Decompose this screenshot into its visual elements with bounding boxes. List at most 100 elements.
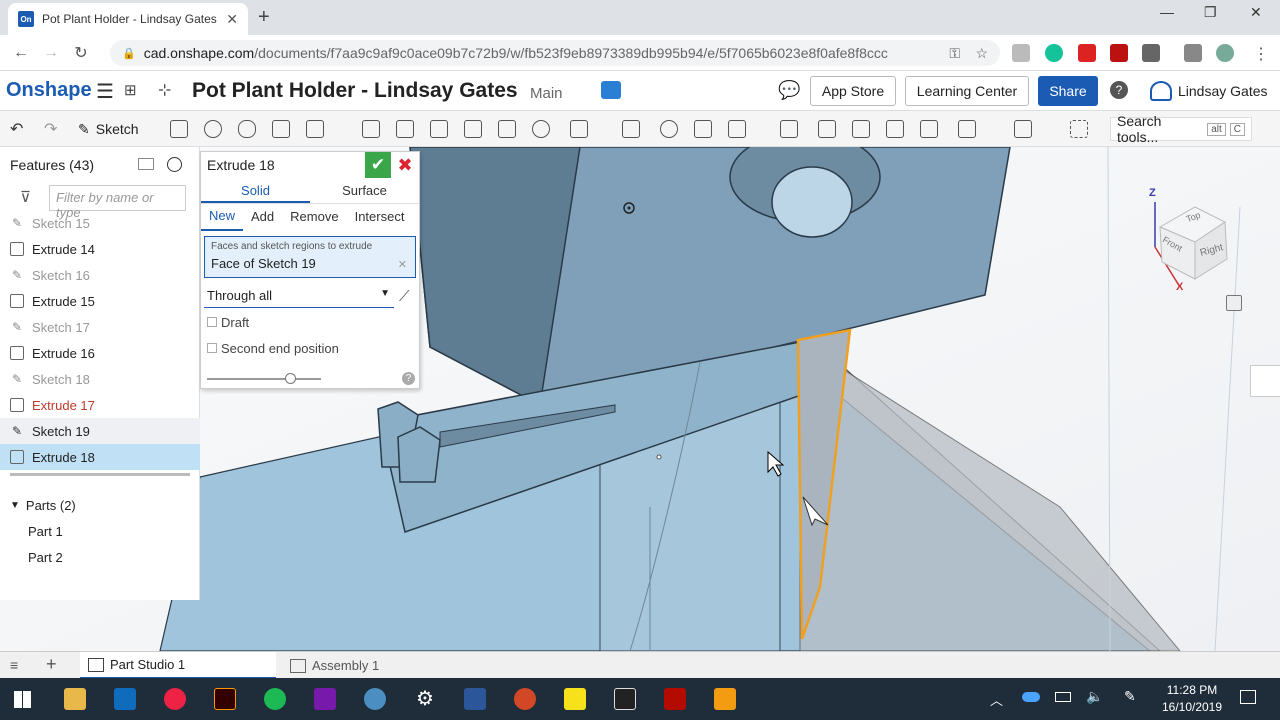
stop-icon[interactable] <box>1078 44 1096 62</box>
user-name[interactable]: Lindsay Gates <box>1178 83 1268 99</box>
op-remove[interactable]: Remove <box>282 204 346 230</box>
word-icon[interactable] <box>464 688 486 710</box>
op-intersect[interactable]: Intersect <box>347 204 413 230</box>
feature-item[interactable]: Extrude 17 <box>0 392 200 418</box>
system-clock[interactable]: 11:28 PM 16/10/2019 <box>1152 682 1232 716</box>
feature-item[interactable]: Extrude 16 <box>0 340 200 366</box>
loft-icon[interactable] <box>272 120 290 138</box>
extension-icon[interactable] <box>1012 44 1030 62</box>
folder-icon[interactable] <box>138 158 154 170</box>
sticky-notes-icon[interactable] <box>564 688 586 710</box>
star-icon[interactable]: ☆ <box>975 45 988 62</box>
insert-icon[interactable]: ⊹ <box>158 80 171 100</box>
feature-filter-input[interactable]: Filter by name or type <box>49 185 186 220</box>
battery-icon[interactable] <box>1055 692 1071 702</box>
mirror-icon[interactable] <box>622 120 640 138</box>
feature-item[interactable]: ✎ Sketch 15 <box>0 210 200 236</box>
feature-item[interactable]: ✎ Sketch 17 <box>0 314 200 340</box>
new-tab-icon[interactable]: + <box>258 6 270 29</box>
share-button[interactable]: Share <box>1038 76 1098 106</box>
display-mode-icon[interactable] <box>1226 295 1242 311</box>
add-custom-feature-icon[interactable] <box>1070 120 1088 138</box>
revolve-icon[interactable] <box>204 120 222 138</box>
settings-gear-icon[interactable]: ⚙ <box>414 688 436 710</box>
feature-item[interactable]: ✎ Sketch 16 <box>0 262 200 288</box>
modify-fillet-icon[interactable] <box>818 120 836 138</box>
split-icon[interactable] <box>694 120 712 138</box>
cancel-x-icon[interactable]: ✖ <box>395 154 415 176</box>
powerpoint-icon[interactable] <box>514 688 536 710</box>
menu-icon[interactable]: ⋮ <box>1252 44 1270 63</box>
transform-icon[interactable] <box>728 120 746 138</box>
part-item[interactable]: Part 2 <box>0 544 200 570</box>
op-new[interactable]: New <box>201 203 244 231</box>
move-face-icon[interactable] <box>886 120 904 138</box>
parts-header[interactable]: ▼ Parts (2) <box>0 492 200 518</box>
version-graph-icon[interactable] <box>601 81 621 99</box>
spotify-icon[interactable] <box>264 688 286 710</box>
filter-icon[interactable]: ⊽ <box>20 188 31 206</box>
browser-tab[interactable]: On Pot Plant Holder - Lindsay Gates ✕ <box>8 3 248 35</box>
op-add[interactable]: Add <box>243 204 282 230</box>
search-tools-input[interactable]: Search tools... alt C <box>1110 113 1252 145</box>
hamburger-icon[interactable]: ☰ <box>96 79 114 104</box>
close-icon[interactable]: ✕ <box>226 11 238 28</box>
url-field[interactable]: 🔒 cad.onshape.com/documents/f7aa9c9af9c0… <box>110 40 1000 66</box>
feature-item[interactable]: ✎ Sketch 18 <box>0 366 200 392</box>
shell-icon[interactable] <box>498 120 516 138</box>
slider-knob[interactable] <box>285 373 296 384</box>
delete-face-icon[interactable] <box>852 120 870 138</box>
onshape-logo[interactable]: Onshape <box>6 79 92 102</box>
draft-icon[interactable] <box>430 120 448 138</box>
help-icon[interactable]: ? <box>1110 81 1128 99</box>
delete-part-icon[interactable] <box>780 120 798 138</box>
onedrive-icon[interactable] <box>1022 692 1040 702</box>
branch-label[interactable]: Main <box>530 85 563 102</box>
restore-icon[interactable]: ❐ <box>1204 4 1217 21</box>
rollback-timer-icon[interactable] <box>167 157 182 172</box>
sweep-icon[interactable] <box>238 120 256 138</box>
profile-avatar[interactable] <box>1216 44 1234 62</box>
pattern-icon[interactable] <box>570 120 588 138</box>
plane-icon[interactable] <box>958 120 976 138</box>
redo-icon[interactable]: ↷ <box>44 119 57 139</box>
photos-icon[interactable] <box>614 688 636 710</box>
add-tab-icon[interactable]: + <box>46 654 57 675</box>
view-cube[interactable]: Z X Top Front Right <box>1140 187 1240 297</box>
tray-chevron-icon[interactable]: ︿ <box>990 690 1003 709</box>
illustrator-icon[interactable] <box>214 688 236 710</box>
pin-icon[interactable] <box>1142 44 1160 62</box>
direction-flip-icon[interactable]: ⟋ <box>399 288 410 305</box>
thicken-icon[interactable] <box>306 120 324 138</box>
help-question-icon[interactable]: ? <box>402 372 415 385</box>
feature-item[interactable]: Extrude 14 <box>0 236 200 262</box>
minimize-icon[interactable]: — <box>1160 4 1174 20</box>
second-end-option[interactable]: Second end position <box>201 334 419 362</box>
draft-option[interactable]: Draft <box>201 308 419 336</box>
file-explorer-icon[interactable] <box>64 688 86 710</box>
part-item[interactable]: Part 1 <box>0 518 200 544</box>
second-end-checkbox[interactable] <box>207 343 217 353</box>
replace-face-icon[interactable] <box>920 120 938 138</box>
chrome-icon[interactable] <box>164 688 186 710</box>
notifications-icon[interactable] <box>1240 690 1256 704</box>
windows-start-icon[interactable] <box>14 691 31 708</box>
volume-icon[interactable]: 🔈 <box>1086 688 1103 705</box>
learning-center-button[interactable]: Learning Center <box>905 76 1029 106</box>
back-icon[interactable]: ← <box>6 44 36 62</box>
tab-part-studio[interactable]: Part Studio 1 <box>80 652 276 679</box>
tab-manager-icon[interactable]: ≡ <box>10 657 18 673</box>
tab-assembly[interactable]: Assembly 1 <box>282 652 478 679</box>
chamfer-icon[interactable] <box>396 120 414 138</box>
hole-icon[interactable] <box>532 120 550 138</box>
rollback-bar[interactable] <box>10 473 190 476</box>
app-store-button[interactable]: App Store <box>810 76 896 106</box>
boolean-icon[interactable] <box>660 120 678 138</box>
end-type-select[interactable]: Through all ▼ <box>204 284 394 308</box>
feature-item[interactable]: ✎ Sketch 19 <box>0 418 200 444</box>
faces-selection-field[interactable]: Faces and sketch regions to extrude Face… <box>204 236 416 278</box>
pdf-icon[interactable] <box>1110 44 1128 62</box>
acrobat-icon[interactable] <box>664 688 686 710</box>
sketch-button[interactable]: ✎ Sketch <box>78 117 139 141</box>
feature-item[interactable]: Extrude 15 <box>0 288 200 314</box>
